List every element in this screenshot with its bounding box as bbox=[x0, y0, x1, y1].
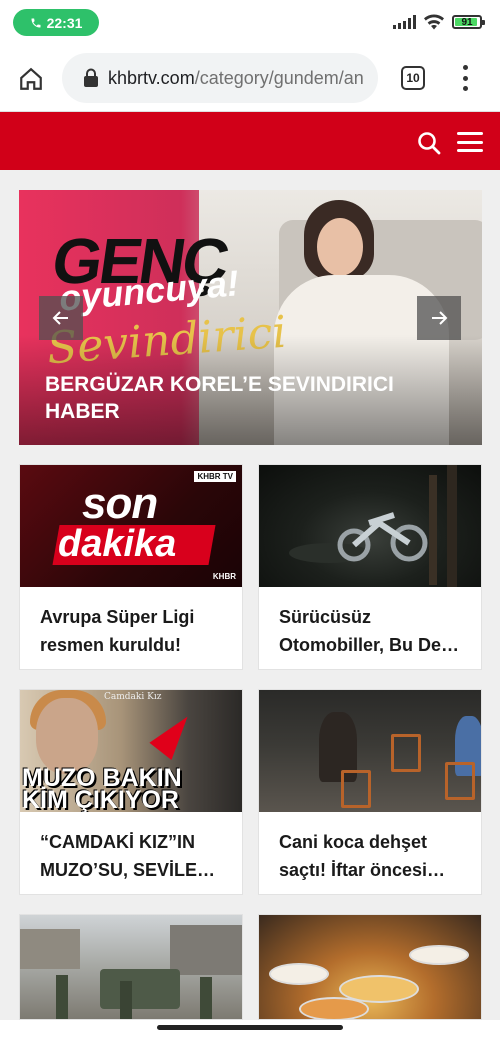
image-chair bbox=[341, 770, 371, 808]
image-red-arrow bbox=[149, 708, 199, 760]
system-nav-area bbox=[0, 1020, 500, 1041]
news-card-image[interactable]: son dakika KHBR TV KHBR bbox=[20, 465, 242, 587]
image-plate bbox=[299, 997, 369, 1019]
home-icon bbox=[20, 67, 42, 90]
tab-count: 10 bbox=[406, 71, 420, 85]
arrow-left-icon bbox=[52, 311, 68, 325]
news-card-image[interactable] bbox=[259, 690, 481, 812]
status-time: 22:31 bbox=[46, 14, 83, 31]
news-card[interactable]: Camdaki Kız MUZO BAKIN KİM ÇIKIYOR “CAMD… bbox=[19, 689, 243, 895]
gesture-bar[interactable] bbox=[157, 1025, 343, 1030]
title-line-2: Otomobiller, Bu Def… bbox=[279, 635, 463, 655]
news-card[interactable]: Sürücüsüz Otomobiller, Bu Def… bbox=[258, 464, 482, 670]
title-line-1: “CAMDAKİ KIZ”IN bbox=[40, 832, 195, 852]
news-card-image[interactable] bbox=[259, 465, 481, 587]
home-button[interactable] bbox=[16, 64, 46, 94]
slider-next-button[interactable] bbox=[417, 296, 461, 340]
news-card[interactable] bbox=[19, 914, 243, 1020]
title-line-1: Sürücüsüz bbox=[279, 607, 372, 627]
khbr-tv-logo: KHBR TV bbox=[194, 471, 236, 482]
news-card[interactable]: son dakika KHBR TV KHBR Avrupa Süper Lig… bbox=[19, 464, 243, 670]
battery-text: 91 bbox=[461, 16, 473, 28]
lock-icon bbox=[80, 67, 102, 89]
image-caption-logo: Camdaki Kız bbox=[104, 692, 162, 702]
motorcycle-illustration bbox=[289, 465, 457, 587]
wifi-icon bbox=[424, 14, 444, 30]
status-icons: 91 bbox=[393, 12, 485, 32]
news-card[interactable]: Cani koca dehşet saçtı! İftar öncesi… bbox=[258, 689, 482, 895]
image-plate bbox=[269, 963, 329, 985]
title-line-2: saçtı! İftar öncesi… bbox=[279, 860, 446, 880]
search-icon[interactable] bbox=[416, 130, 442, 156]
news-card-title[interactable]: “CAMDAKİ KIZ”IN MUZO’SU, SEVİLEN… bbox=[20, 812, 242, 884]
tabs-button[interactable]: 10 bbox=[401, 66, 425, 90]
hero-slider[interactable]: GENÇ oyuncuya! Sevindirici BERGÜZAR KORE… bbox=[19, 190, 482, 445]
title-line-2: resmen kuruldu! bbox=[40, 635, 182, 655]
title-line-1: Cani koca dehşet bbox=[279, 832, 428, 852]
news-card-title[interactable]: Cani koca dehşet saçtı! İftar öncesi… bbox=[259, 812, 481, 884]
address-bar[interactable]: khbrtv.com/category/gundem/an bbox=[62, 53, 378, 103]
image-word-dakika: dakika bbox=[58, 523, 177, 565]
image-chair bbox=[391, 734, 421, 772]
browser-toolbar: khbrtv.com/category/gundem/an 10 bbox=[0, 44, 500, 112]
news-card-title[interactable]: Sürücüsüz Otomobiller, Bu Def… bbox=[259, 587, 481, 659]
url-path: /category/gundem/an bbox=[194, 67, 364, 88]
news-card[interactable] bbox=[258, 914, 482, 1020]
slider-prev-button[interactable] bbox=[39, 296, 83, 340]
title-line-2: MUZO’SU, SEVİLEN… bbox=[40, 860, 224, 880]
status-bar: 22:31 91 bbox=[0, 0, 500, 44]
site-header bbox=[0, 112, 500, 170]
title-line-1: Avrupa Süper Ligi bbox=[40, 607, 195, 627]
news-card-image[interactable] bbox=[20, 915, 242, 1019]
khbr-logo: KHBR bbox=[212, 572, 236, 581]
image-word-son: son bbox=[82, 479, 158, 528]
image-face bbox=[36, 698, 98, 774]
menu-icon[interactable] bbox=[457, 132, 483, 152]
ongoing-call-pill[interactable]: 22:31 bbox=[13, 9, 99, 36]
arrow-right-icon bbox=[432, 311, 448, 325]
url-host: khbrtv.com bbox=[108, 67, 195, 88]
more-vert-icon[interactable] bbox=[455, 65, 475, 91]
phone-icon bbox=[31, 18, 41, 27]
signal-icon bbox=[393, 15, 416, 29]
news-card-image[interactable] bbox=[259, 915, 481, 1019]
news-card-image[interactable]: Camdaki Kız MUZO BAKIN KİM ÇIKIYOR bbox=[20, 690, 242, 812]
url-text: khbrtv.com/category/gundem/an bbox=[108, 68, 364, 89]
hero-face bbox=[317, 218, 363, 276]
image-chair bbox=[445, 762, 475, 800]
hero-title[interactable]: BERGÜZAR KOREL’E SEVINDIRICI HABER bbox=[45, 371, 425, 425]
news-card-title[interactable]: Avrupa Süper Ligi resmen kuruldu! bbox=[20, 587, 242, 659]
image-plate bbox=[409, 945, 469, 965]
street-scene-illustration bbox=[20, 925, 242, 1019]
battery-icon: 91 bbox=[452, 15, 485, 29]
image-line-2: KİM ÇIKIYOR bbox=[22, 786, 179, 812]
